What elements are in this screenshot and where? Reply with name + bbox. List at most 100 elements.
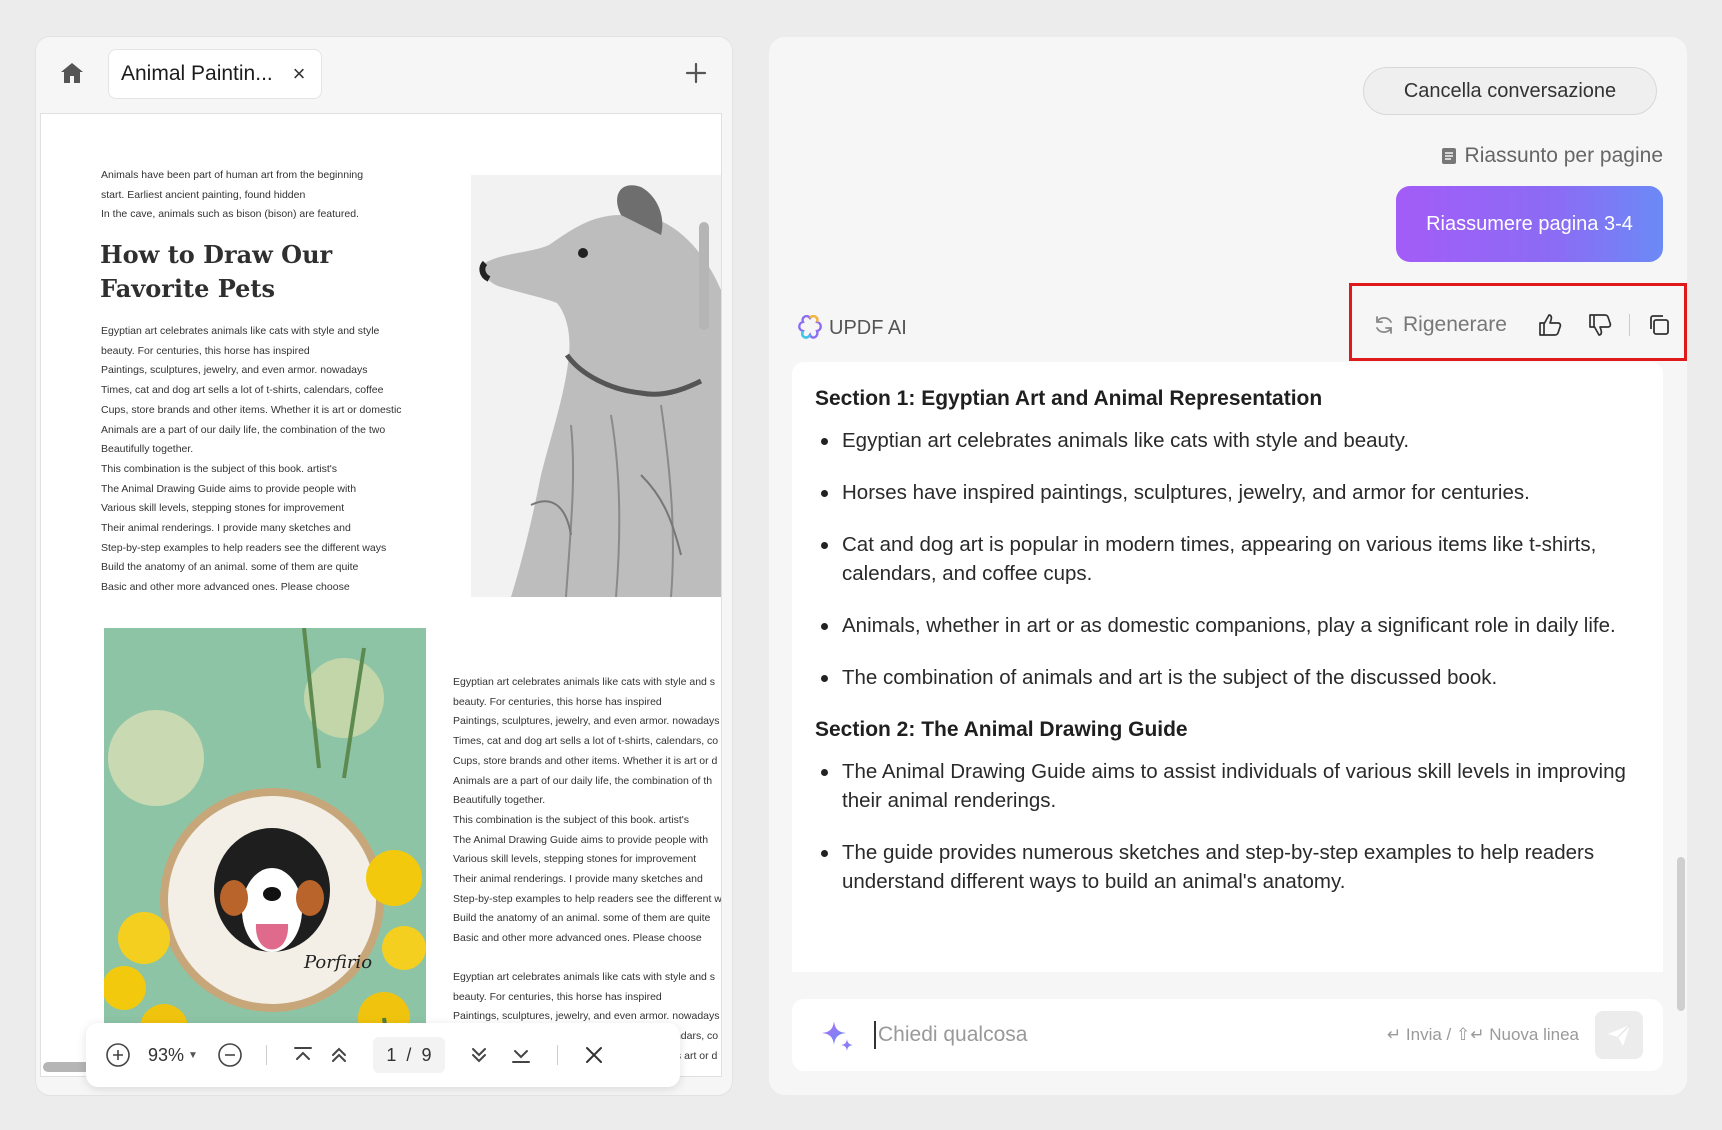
zoom-dropdown-icon[interactable]: ▼ <box>188 1050 198 1061</box>
previous-page-icon[interactable] <box>321 1037 357 1073</box>
dog-sketch-image <box>471 175 721 597</box>
text-line: This combination is the subject of this … <box>453 813 690 826</box>
chat-input-bar: ↵ Invia / ⇧↵ Nuova linea <box>792 999 1663 1071</box>
add-tab-icon[interactable] <box>680 57 712 89</box>
summary-by-pages-chip[interactable]: Riassunto per pagine <box>1441 141 1663 171</box>
tab-bar: Animal Paintin... × <box>36 37 732 113</box>
hint-separator: / <box>1446 1025 1452 1044</box>
intro-text: Animals have been part of human art from… <box>101 166 391 225</box>
zoom-in-icon[interactable] <box>100 1037 136 1073</box>
current-page: 1 <box>386 1044 397 1065</box>
user-message-bubble: Riassumere pagina 3-4 <box>1396 186 1663 262</box>
section-title: Section 2: The Animal Drawing Guide <box>815 718 1188 741</box>
section-bullets: The Animal Drawing Guide aims to assist … <box>815 757 1639 896</box>
text-line: Times, cat and dog art sells a lot of t-… <box>453 735 719 748</box>
hint-send: Invia <box>1405 1025 1442 1044</box>
list-item: Egyptian art celebrates animals like cat… <box>815 426 1639 455</box>
ai-name: UPDF AI <box>829 316 907 339</box>
viewer-toolbar: 93% ▼ 1 / 9 <box>86 1023 680 1087</box>
clear-conversation-button[interactable]: Cancella conversazione <box>1363 67 1657 115</box>
thumbs-up-icon[interactable] <box>1532 307 1568 343</box>
keyboard-hint: ↵ Invia / ⇧↵ Nuova linea <box>1386 1025 1579 1044</box>
document-heading: How to Draw Our Favorite Pets <box>100 240 333 303</box>
list-item: The guide provides numerous sketches and… <box>815 838 1639 896</box>
text-line: Animals are a part of our daily life, th… <box>453 774 713 787</box>
text-line: Beautifully together. <box>101 443 194 456</box>
total-pages: 9 <box>421 1044 432 1065</box>
text-line: Cups, store brands and other items. Whet… <box>453 754 718 767</box>
text-line: Various skill levels, stepping stones fo… <box>101 502 345 515</box>
embroidered-dog-photo: Porfirio <box>104 628 426 1076</box>
close-toolbar-icon[interactable] <box>576 1037 612 1073</box>
send-button[interactable] <box>1595 1011 1643 1059</box>
text-line: Paintings, sculptures, jewelry, and even… <box>453 715 720 728</box>
last-page-icon[interactable] <box>503 1037 539 1073</box>
regenerate-button[interactable]: Rigenerare <box>1373 313 1507 337</box>
document-tab[interactable]: Animal Paintin... × <box>108 49 322 99</box>
close-tab-icon[interactable]: × <box>289 61 309 87</box>
list-item: Animals, whether in art or as domestic c… <box>815 611 1639 640</box>
text-line: Build the anatomy of an animal. some of … <box>453 912 711 925</box>
text-line: Basic and other more advanced ones. Plea… <box>101 581 350 594</box>
copy-icon[interactable] <box>1641 307 1677 343</box>
text-line: Step-by-step examples to help readers se… <box>101 541 387 554</box>
text-line: Beautifully together. <box>453 794 546 807</box>
pdf-viewer-panel: Animal Paintin... × Animals have been pa… <box>36 37 732 1095</box>
text-line: Animals have been part of human art from… <box>101 169 364 181</box>
text-line: In the cave, animals such as bison (biso… <box>101 208 359 220</box>
hint-newline: Nuova linea <box>1489 1025 1579 1044</box>
ai-sender-label: UPDF AI <box>797 315 907 341</box>
text-line: This combination is the subject of this … <box>101 462 338 475</box>
text-line: Build the anatomy of an animal. some of … <box>101 561 359 574</box>
pdf-page: Animals have been part of human art from… <box>40 113 722 1077</box>
zoom-out-icon[interactable] <box>212 1037 248 1073</box>
text-line: start. Earliest ancient painting, found … <box>101 188 306 201</box>
section-title: Section 1: Egyptian Art and Animal Repre… <box>815 387 1323 410</box>
text-line: Basic and other more advanced ones. Plea… <box>453 932 702 945</box>
section-bullets: Egyptian art celebrates animals like cat… <box>815 426 1639 692</box>
regenerate-label: Rigenerare <box>1403 313 1507 336</box>
thumbs-down-icon[interactable] <box>1582 307 1618 343</box>
text-line: The Animal Drawing Guide aims to provide… <box>453 833 709 846</box>
text-line: beauty. For centuries, this horse has in… <box>101 344 310 357</box>
document-icon <box>1441 148 1456 164</box>
text-line: Their animal renderings. I provide many … <box>453 873 703 886</box>
zoom-level[interactable]: 93% <box>148 1045 184 1066</box>
text-line: Times, cat and dog art sells a lot of t-… <box>101 384 384 397</box>
list-item: The combination of animals and art is th… <box>815 663 1639 692</box>
answer-actions: Rigenerare <box>1373 307 1684 343</box>
text-line: Egyptian art celebrates animals like cat… <box>101 325 380 337</box>
list-item: The Animal Drawing Guide aims to assist … <box>815 757 1639 815</box>
document-tab-title: Animal Paintin... <box>121 62 273 85</box>
text-line: beauty. For centuries, this horse has in… <box>453 695 662 708</box>
page-separator: / <box>406 1044 412 1065</box>
next-page-icon[interactable] <box>461 1037 497 1073</box>
list-item: Horses have inspired paintings, sculptur… <box>815 478 1639 507</box>
home-icon[interactable] <box>56 57 88 89</box>
answer-scrollbar[interactable] <box>1677 857 1685 1011</box>
summary-chip-label: Riassunto per pagine <box>1464 144 1663 167</box>
text-line: The Animal Drawing Guide aims to provide… <box>101 482 357 495</box>
toolbar-divider <box>265 1045 267 1065</box>
text-line: Paintings, sculptures, jewelry, and even… <box>101 364 368 377</box>
text-line: Cups, store brands and other items. Whet… <box>101 403 402 416</box>
updf-logo-icon <box>798 315 822 339</box>
photo-signature: Porfirio <box>303 952 372 973</box>
ai-answer: Section 1: Egyptian Art and Animal Repre… <box>792 362 1663 972</box>
actions-divider <box>1628 314 1630 336</box>
toolbar-divider <box>556 1045 558 1065</box>
text-line: beauty. For centuries, this horse has in… <box>453 990 662 1003</box>
ask-input[interactable] <box>874 1021 1387 1049</box>
text-line: Step-by-step examples to help readers se… <box>453 892 722 905</box>
list-item: Cat and dog art is popular in modern tim… <box>815 530 1639 588</box>
body-text-2: Egyptian art celebrates animals like cat… <box>453 673 722 949</box>
ai-chat-panel: Cancella conversazione Riassunto per pag… <box>769 37 1687 1095</box>
body-text-1: Egyptian art celebrates animals like cat… <box>101 322 411 598</box>
first-page-icon[interactable] <box>285 1037 321 1073</box>
vertical-scrollbar[interactable] <box>699 222 709 330</box>
refresh-icon <box>1376 316 1392 334</box>
page-number-field[interactable]: 1 / 9 <box>372 1037 445 1073</box>
text-line: Various skill levels, stepping stones fo… <box>453 853 697 866</box>
text-line: Animals are a part of our daily life, th… <box>101 423 386 436</box>
send-icon <box>1608 1024 1631 1046</box>
